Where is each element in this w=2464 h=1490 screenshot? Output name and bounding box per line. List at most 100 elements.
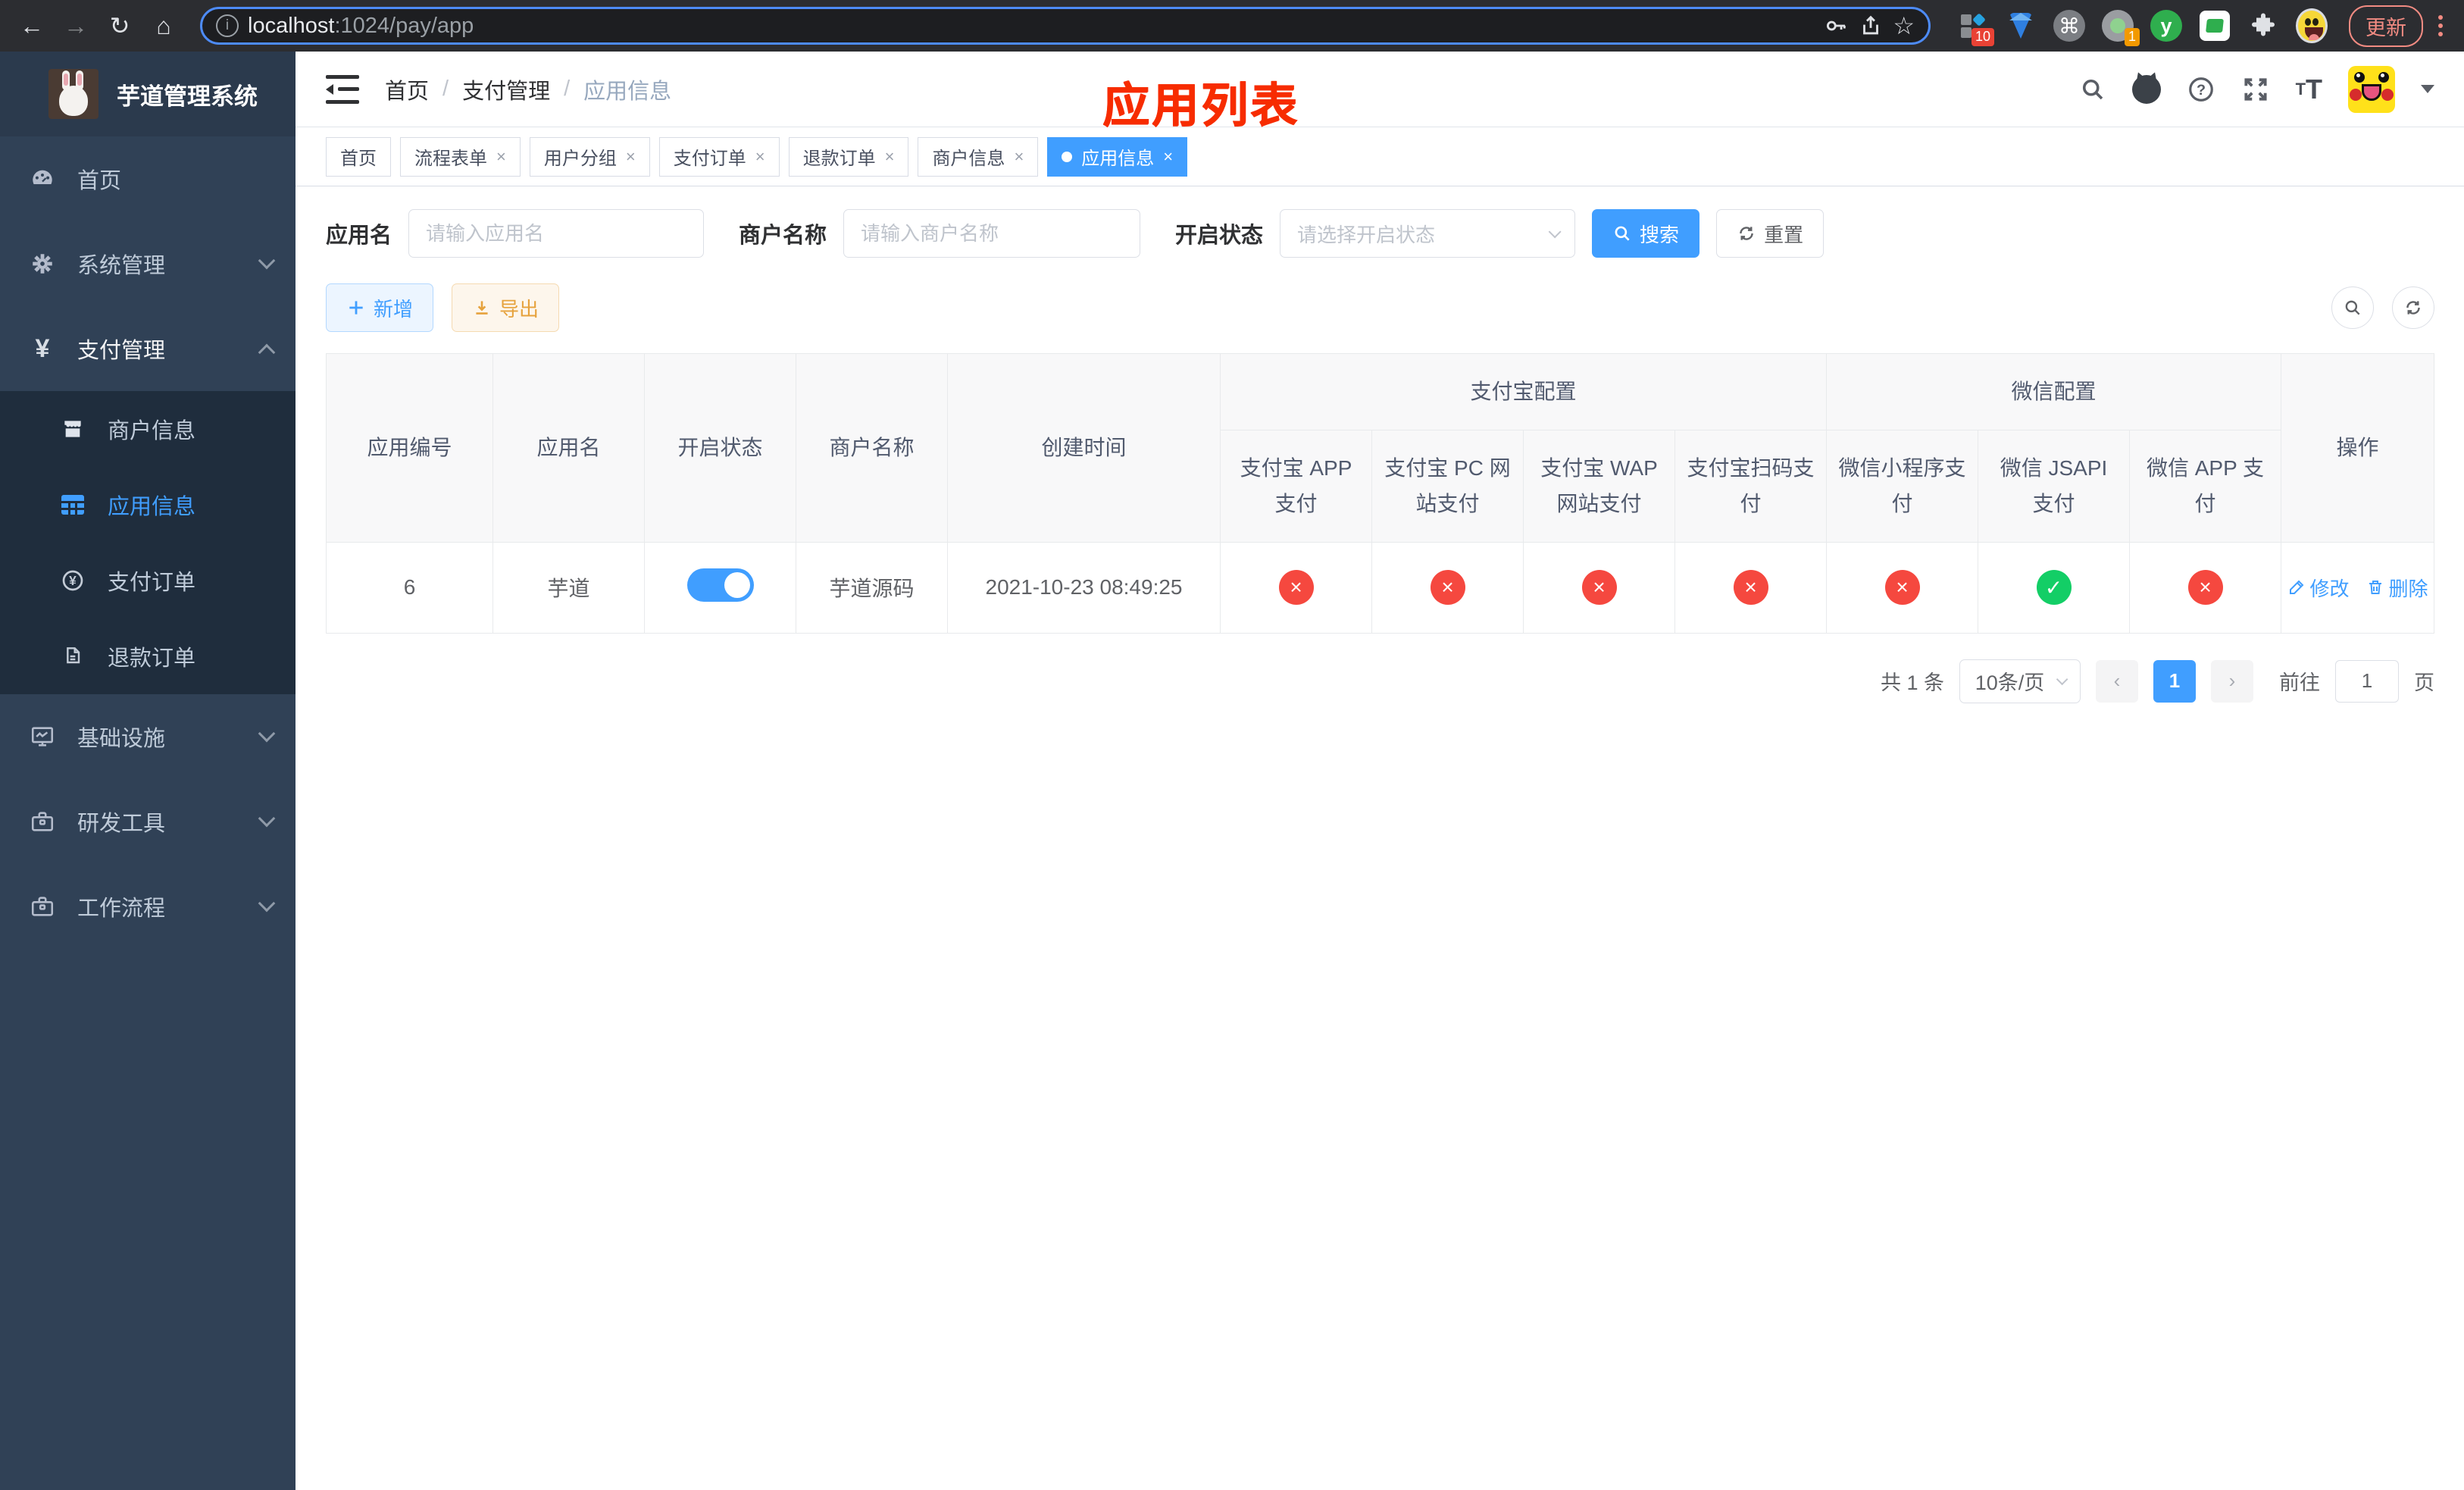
site-info-icon[interactable]: i [216, 14, 239, 37]
show-search-button[interactable] [2331, 286, 2375, 329]
search-icon[interactable] [2079, 76, 2106, 103]
browser-forward-icon[interactable]: → [58, 8, 94, 44]
extensions-puzzle-icon[interactable] [2247, 10, 2279, 42]
help-icon[interactable]: ? [2187, 75, 2215, 104]
prev-page-button[interactable]: ‹ [2096, 659, 2139, 703]
chevron-up-icon [258, 343, 276, 362]
chevron-down-icon [258, 894, 276, 912]
extension-chat-icon[interactable] [2199, 10, 2231, 42]
extension-proxy-icon[interactable]: 1 [2102, 10, 2140, 46]
avatar-caret-icon[interactable] [2421, 85, 2435, 93]
github-icon[interactable] [2131, 74, 2161, 104]
text-size-icon[interactable]: TT [2296, 75, 2322, 103]
goto-suffix: 页 [2414, 671, 2435, 695]
sidebar-item-pay-order[interactable]: ¥ 支付订单 [0, 543, 295, 618]
app-name-input[interactable] [408, 209, 705, 258]
tab-home[interactable]: 首页 [326, 136, 391, 177]
goto-prefix: 前往 [2279, 671, 2321, 695]
user-avatar[interactable] [2348, 65, 2396, 113]
sidebar-item-system[interactable]: 系统管理 [0, 221, 295, 306]
page-number-button[interactable]: 1 [2153, 659, 2197, 703]
browser-update-button[interactable]: 更新 [2349, 5, 2423, 47]
status-toggle[interactable] [686, 568, 754, 602]
breadcrumb-section[interactable]: 支付管理 [462, 74, 550, 105]
tab-process-form[interactable]: 流程表单 × [400, 136, 521, 177]
col-header-merchant: 商户名称 [796, 353, 948, 543]
sidebar-item-infrastructure[interactable]: 基础设施 [0, 694, 295, 779]
status-cross-icon: × [1581, 570, 1617, 606]
breadcrumb-current: 应用信息 [583, 79, 672, 104]
cell-app-name: 芋道 [492, 541, 645, 634]
total-count: 共 1 条 [1880, 671, 1945, 695]
tab-user-group[interactable]: 用户分组 × [529, 136, 650, 177]
browser-reload-icon[interactable]: ↻ [102, 8, 138, 44]
fullscreen-icon[interactable] [2241, 75, 2270, 104]
edit-link[interactable]: 修改 [2287, 574, 2350, 602]
reset-button[interactable]: 重置 [1716, 209, 1825, 258]
status-label: 开启状态 [1175, 224, 1264, 248]
extensions-area: 10 ⌘ 1 y [1949, 8, 2335, 46]
document-icon [59, 644, 86, 668]
col-header-wx-mini: 微信小程序支付 [1826, 429, 1979, 543]
sidebar-item-merchant-info[interactable]: 商户信息 [0, 391, 295, 467]
refresh-button[interactable] [2392, 286, 2435, 329]
close-icon[interactable]: × [496, 147, 506, 167]
address-bar[interactable]: i localhost:1024/pay/app ☆ [200, 7, 1931, 45]
merchant-name-label: 商户名称 [739, 224, 827, 248]
page-size-select[interactable]: 10条/页 [1959, 659, 2081, 703]
close-icon[interactable]: × [626, 147, 636, 167]
share-icon[interactable] [1858, 13, 1884, 39]
sidebar-item-payment[interactable]: ¥ 支付管理 [0, 306, 295, 391]
sidebar-logo[interactable]: 芋道管理系统 [0, 52, 295, 136]
extension-grid-icon[interactable]: 10 [1956, 10, 1994, 46]
browser-menu-icon[interactable] [2431, 15, 2450, 36]
extension-command-icon[interactable]: ⌘ [2053, 10, 2085, 42]
monitor-chart-icon [29, 724, 56, 750]
goto-page-input[interactable] [2335, 659, 2400, 703]
browser-home-icon[interactable]: ⌂ [145, 8, 182, 44]
sidebar-item-app-info[interactable]: 应用信息 [0, 467, 295, 543]
tab-pay-order[interactable]: 支付订单 × [658, 136, 780, 177]
sidebar-collapse-icon[interactable] [326, 74, 359, 104]
status-cross-icon: × [2187, 570, 2223, 606]
tab-refund-order[interactable]: 退款订单 × [788, 136, 909, 177]
add-button[interactable]: 新增 [326, 283, 434, 332]
status-check-icon: ✓ [2036, 570, 2072, 606]
search-button[interactable]: 搜索 [1592, 209, 1700, 258]
status-select[interactable]: 请选择开启状态 [1280, 209, 1576, 258]
close-icon[interactable]: × [755, 147, 765, 167]
table-row: 6 芋道 芋道源码 2021-10-23 08:49:25 × × × × × … [326, 541, 2435, 634]
sidebar-item-home[interactable]: 首页 [0, 136, 295, 221]
chevron-down-icon [2056, 673, 2068, 686]
col-header-alipay-app: 支付宝 APP 支付 [1220, 429, 1372, 543]
top-navbar: 首页 / 支付管理 / 应用信息 ? TT [295, 52, 2464, 127]
col-group-wechat: 微信配置 [1826, 353, 2282, 430]
sidebar-item-label: 研发工具 [77, 812, 166, 836]
close-icon[interactable]: × [1014, 147, 1024, 167]
url-text[interactable]: localhost:1024/pay/app [248, 14, 1814, 39]
chevron-down-icon [258, 809, 276, 828]
password-key-icon[interactable] [1823, 13, 1849, 39]
sidebar-item-dev-tools[interactable]: 研发工具 [0, 779, 295, 864]
extension-kite-icon[interactable] [2005, 10, 2037, 42]
next-page-button[interactable]: › [2211, 659, 2254, 703]
table-toolbar: 新增 导出 [326, 283, 2435, 332]
merchant-name-input[interactable] [843, 209, 1141, 258]
breadcrumb: 首页 / 支付管理 / 应用信息 [385, 74, 671, 105]
app-table: 应用编号 应用名 开启状态 商户名称 创建时间 支付宝配置 微信配置 操作 支付… [326, 353, 2435, 634]
bookmark-star-icon[interactable]: ☆ [1893, 11, 1915, 40]
status-cross-icon: × [1278, 570, 1314, 606]
delete-link[interactable]: 删除 [2366, 574, 2428, 602]
chevron-down-icon [1548, 225, 1562, 239]
tab-merchant-info[interactable]: 商户信息 × [918, 136, 1039, 177]
sidebar-item-refund-order[interactable]: 退款订单 [0, 618, 295, 694]
extension-y-icon[interactable]: y [2150, 10, 2182, 42]
close-icon[interactable]: × [1163, 147, 1173, 167]
sidebar-item-workflow[interactable]: 工作流程 [0, 864, 295, 949]
breadcrumb-home[interactable]: 首页 [385, 74, 429, 105]
browser-profile-avatar[interactable] [2296, 8, 2328, 43]
export-button[interactable]: 导出 [452, 283, 560, 332]
tab-app-info[interactable]: 应用信息 × [1047, 136, 1188, 177]
close-icon[interactable]: × [885, 147, 895, 167]
browser-back-icon[interactable]: ← [14, 8, 50, 44]
